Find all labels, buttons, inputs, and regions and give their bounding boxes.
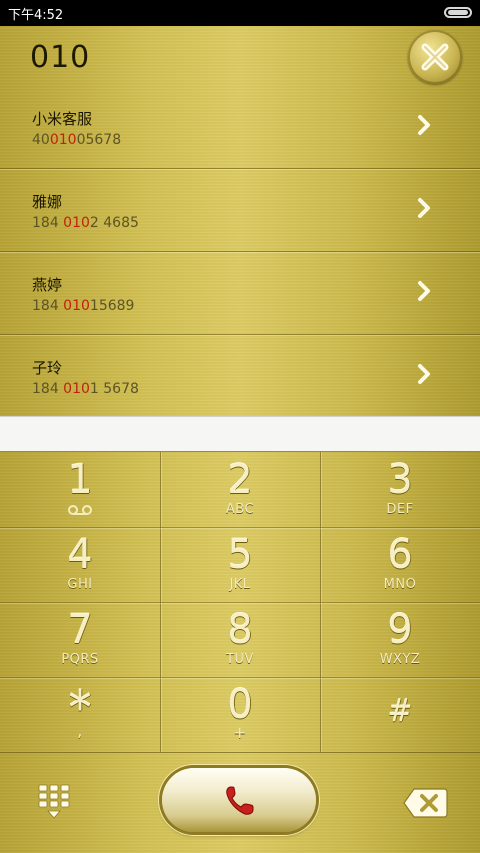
- key-9[interactable]: 9 WXYZ: [320, 602, 480, 677]
- call-button[interactable]: [162, 768, 316, 832]
- key-letters: +: [233, 723, 247, 742]
- dialed-number: 010: [30, 40, 91, 75]
- number-prefix: 184: [32, 298, 64, 314]
- contact-name: 小米客服: [32, 110, 93, 128]
- contact-result-row[interactable]: 燕婷 184 01015689: [0, 252, 480, 335]
- number-match-highlight: 010: [63, 298, 90, 314]
- key-hash[interactable]: #: [320, 677, 480, 752]
- key-digit: 1: [67, 457, 93, 503]
- chevron-right-icon[interactable]: [416, 279, 432, 303]
- contact-result-row[interactable]: 雅娜 184 0102 4685: [0, 169, 480, 252]
- key-7[interactable]: 7 PQRS: [0, 602, 160, 677]
- contact-number: 184 0101 5678: [32, 381, 139, 397]
- key-digit: 6: [387, 532, 413, 578]
- status-time: 下午4:52: [8, 8, 64, 23]
- number-match-highlight: 010: [63, 381, 90, 397]
- clear-button[interactable]: [408, 30, 462, 84]
- dialer-action-bar: [0, 752, 480, 853]
- battery-icon: [444, 7, 472, 18]
- dialpad-icon: [38, 784, 70, 819]
- contact-result-row[interactable]: 小米客服 4001005678: [0, 86, 480, 169]
- key-digit: #: [387, 694, 413, 729]
- key-0[interactable]: 0 +: [160, 677, 320, 752]
- key-letters: PQRS: [61, 652, 99, 667]
- contact-results-list: 小米客服 4001005678 雅娜 184 0102 4685 燕婷 184 …: [0, 86, 480, 418]
- key-letters: MNO: [383, 577, 417, 592]
- number-prefix: 184: [32, 381, 64, 397]
- voicemail-icon: [68, 505, 92, 515]
- key-letters: WXYZ: [379, 652, 421, 667]
- number-match-highlight: 010: [49, 132, 77, 148]
- number-suffix: 1 5678: [89, 381, 139, 397]
- number-suffix: 15689: [89, 298, 135, 314]
- key-letters: JKL: [229, 577, 251, 592]
- chevron-right-icon[interactable]: [416, 362, 432, 386]
- key-3[interactable]: 3 DEF: [320, 452, 480, 527]
- key-letters: DEF: [386, 502, 414, 517]
- contact-result-row[interactable]: 子玲 184 0101 5678: [0, 335, 480, 418]
- status-bar: 下午4:52: [0, 0, 480, 26]
- search-results-panel: 010 小米客服 4001005678 雅娜 184 0102 4685 燕婷 …: [0, 26, 480, 418]
- contact-number: 184 0102 4685: [32, 215, 139, 231]
- toggle-dialpad-button[interactable]: [34, 782, 74, 822]
- key-digit: 0: [227, 682, 253, 728]
- key-star[interactable]: * ,: [0, 677, 160, 752]
- dialer-screen: 下午4:52 010 小米客服 4001005678 雅娜 184 0102 4…: [0, 0, 480, 853]
- contact-number: 4001005678: [32, 132, 121, 148]
- dial-keypad: 1 2 ABC 3 DEF 4 GHI 5 JKL 6 MNO 7 PQRS 8…: [0, 452, 480, 752]
- contact-name: 子玲: [32, 359, 63, 377]
- key-5[interactable]: 5 JKL: [160, 527, 320, 602]
- contact-number: 184 01015689: [32, 298, 134, 314]
- key-6[interactable]: 6 MNO: [320, 527, 480, 602]
- key-1[interactable]: 1: [0, 452, 160, 527]
- key-8[interactable]: 8 TUV: [160, 602, 320, 677]
- key-digit: 3: [387, 457, 413, 503]
- action-bar-divider: [0, 752, 480, 753]
- key-digit: 9: [387, 607, 413, 653]
- close-icon: [421, 43, 449, 71]
- backspace-icon: [403, 788, 448, 818]
- number-prefix: 184: [32, 215, 64, 231]
- results-separator: [0, 416, 480, 452]
- contact-name: 雅娜: [32, 193, 63, 211]
- key-2[interactable]: 2 ABC: [160, 452, 320, 527]
- chevron-right-icon[interactable]: [416, 113, 432, 137]
- key-digit: 7: [67, 607, 93, 653]
- chevron-right-icon[interactable]: [416, 196, 432, 220]
- number-prefix: 40: [32, 132, 50, 148]
- number-match-highlight: 010: [63, 215, 90, 231]
- phone-icon: [226, 786, 254, 815]
- key-letters: TUV: [226, 652, 254, 667]
- key-digit: 5: [227, 532, 253, 578]
- key-letters: GHI: [67, 577, 93, 592]
- number-suffix: 2 4685: [89, 215, 139, 231]
- key-letters: ABC: [225, 502, 255, 517]
- contact-name: 燕婷: [32, 276, 63, 294]
- key-digit: 2: [227, 457, 253, 503]
- key-digit: 8: [227, 607, 253, 653]
- number-suffix: 05678: [76, 132, 122, 148]
- key-letters: ,: [77, 721, 83, 740]
- key-digit: 4: [67, 532, 93, 578]
- key-4[interactable]: 4 GHI: [0, 527, 160, 602]
- backspace-button[interactable]: [402, 786, 448, 820]
